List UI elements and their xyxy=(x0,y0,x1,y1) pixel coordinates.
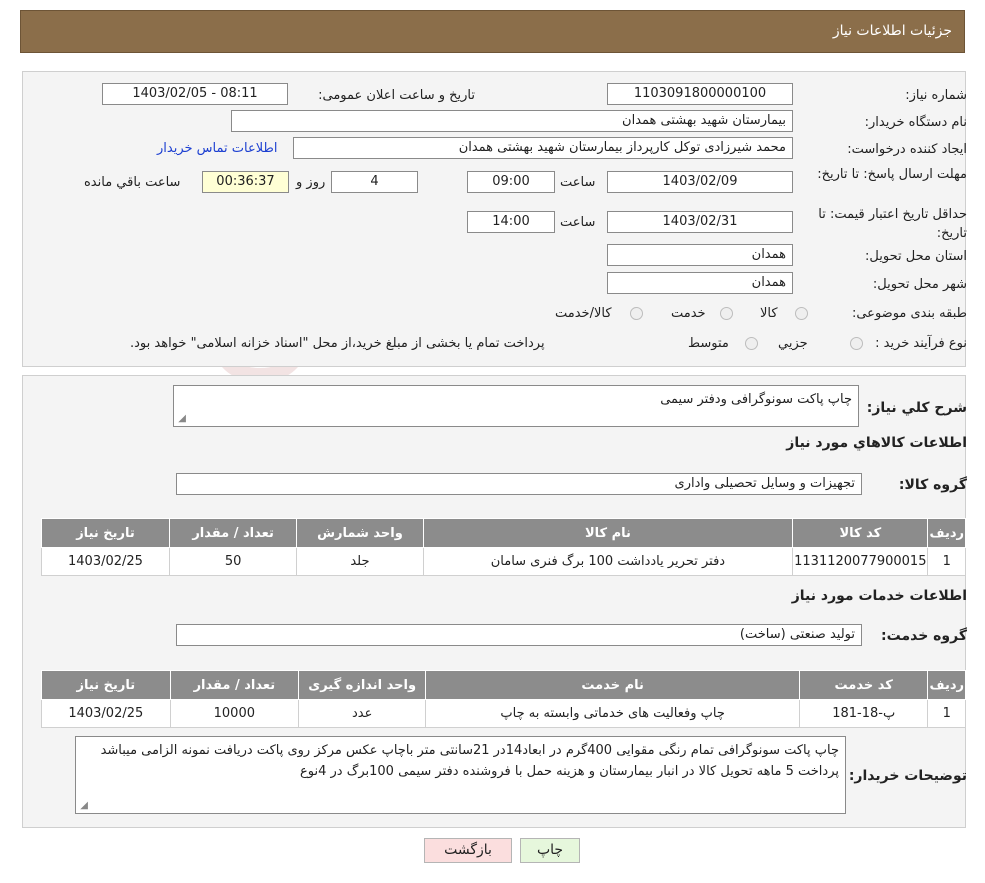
time-remaining-label: ساعت باقي مانده xyxy=(84,175,181,190)
service-cell-unit: عدد xyxy=(298,699,427,728)
buyer-field: بیمارستان شهید بهشتی همدان xyxy=(231,110,793,132)
category-option-goods-service: کالا/خدمت xyxy=(555,306,612,321)
category-label: طبقه بندی موضوعی: xyxy=(851,306,967,321)
goods-col-unit: واحد شمارش xyxy=(296,518,424,548)
goods-cell-quantity: 50 xyxy=(168,547,298,576)
deadline-date-field: 1403/02/09 xyxy=(607,171,793,193)
province-label: استان محل تحویل: xyxy=(865,249,967,264)
service-group-label: گروه خدمت: xyxy=(881,628,967,644)
resize-handle-icon[interactable]: ◢ xyxy=(78,801,88,811)
deadline-time-label: ساعت xyxy=(560,175,596,190)
services-section-title: اطلاعات خدمات مورد نياز xyxy=(791,588,967,604)
process-radio-medium[interactable] xyxy=(745,337,758,350)
days-label: روز و xyxy=(296,175,326,190)
goods-section-title: اطلاعات کالاهاي مورد نياز xyxy=(786,435,967,451)
validity-time-field: 14:00 xyxy=(467,211,555,233)
service-col-code: کد خدمت xyxy=(798,670,929,700)
category-radio-goods[interactable] xyxy=(795,307,808,320)
days-remaining-field: 4 xyxy=(331,171,418,193)
goods-cell-date: 1403/02/25 xyxy=(41,547,170,576)
print-button[interactable]: چاپ xyxy=(520,838,580,863)
service-col-name: نام خدمت xyxy=(425,670,800,700)
table-row: 1 پ-18-181 چاپ وفعالیت های خدماتی وابسته… xyxy=(41,699,966,728)
category-option-service: خدمت xyxy=(671,306,706,321)
process-note: پرداخت تمام یا بخشی از مبلغ خرید،از محل … xyxy=(130,336,545,351)
process-option-minor: جزيي xyxy=(778,336,808,351)
process-option-medium: متوسط xyxy=(688,336,729,351)
announce-date-field: 1403/02/05 - 08:11 xyxy=(102,83,288,105)
validity-date-field: 1403/02/31 xyxy=(607,211,793,233)
buyer-notes-text: چاپ پاکت سونوگرافی تمام رنگی مقوایی 400گ… xyxy=(100,743,839,779)
deadline-time-field: 09:00 xyxy=(467,171,555,193)
service-group-field: تولید صنعتی (ساخت) xyxy=(176,624,862,646)
time-remaining-field: 00:36:37 xyxy=(202,171,289,193)
page-title: جزئیات اطلاعات نیاز xyxy=(832,23,952,39)
goods-col-quantity: تعداد / مقدار xyxy=(168,518,298,548)
services-table-header: رديف کد خدمت نام خدمت واحد اندازه گیری ت… xyxy=(41,670,966,700)
page-header: جزئیات اطلاعات نیاز xyxy=(20,10,965,53)
service-col-date: تاريخ نياز xyxy=(41,670,171,700)
goods-group-field: تجهیزات و وسایل تحصیلی واداری xyxy=(176,473,862,495)
announce-date-label: تاریخ و ساعت اعلان عمومی: xyxy=(318,88,475,103)
city-label: شهر محل تحویل: xyxy=(872,277,967,292)
resize-handle-icon[interactable]: ◢ xyxy=(176,414,186,424)
creator-field: محمد شیرزادی توکل کارپرداز بیمارستان شهی… xyxy=(293,137,793,159)
goods-col-row: رديف xyxy=(927,518,966,548)
buyer-label: نام دستگاه خریدار: xyxy=(864,115,967,130)
category-option-goods: کالا xyxy=(760,306,778,321)
service-col-quantity: تعداد / مقدار xyxy=(169,670,300,700)
goods-col-name: نام کالا xyxy=(422,518,794,548)
validity-time-label: ساعت xyxy=(560,215,596,230)
province-field: همدان xyxy=(607,244,793,266)
goods-col-date: تاريخ نياز xyxy=(41,518,170,548)
summary-textarea: چاپ پاکت سونوگرافی ودفتر سیمی ◢ xyxy=(173,385,859,427)
goods-cell-unit: جلد xyxy=(296,547,424,576)
goods-group-label: گروه کالا: xyxy=(898,477,967,493)
goods-cell-row: 1 xyxy=(927,547,966,576)
service-col-row: رديف xyxy=(927,670,966,700)
buyer-contact-link[interactable]: اطلاعات تماس خریدار xyxy=(157,141,277,156)
category-radio-service[interactable] xyxy=(720,307,733,320)
table-row: 1 1131120077900015 دفتر تحریر یادداشت 10… xyxy=(41,547,966,576)
service-cell-code: پ-18-181 xyxy=(798,699,929,728)
goods-table-header: رديف کد کالا نام کالا واحد شمارش تعداد /… xyxy=(41,518,966,548)
summary-text: چاپ پاکت سونوگرافی ودفتر سیمی xyxy=(660,392,852,407)
goods-col-code: کد کالا xyxy=(792,518,929,548)
service-cell-name: چاپ وفعالیت های خدماتی وابسته به چاپ xyxy=(425,699,800,728)
validity-label: حداقل تاريخ اعتبار قيمت: تا تاریخ: xyxy=(818,207,967,241)
service-cell-quantity: 10000 xyxy=(169,699,300,728)
goods-cell-name: دفتر تحریر یادداشت 100 برگ فنری سامان xyxy=(422,547,794,576)
service-cell-row: 1 xyxy=(927,699,966,728)
need-number-label: شماره نیاز: xyxy=(905,88,967,103)
buyer-notes-textarea: چاپ پاکت سونوگرافی تمام رنگی مقوایی 400گ… xyxy=(75,736,846,814)
process-radio-minor[interactable] xyxy=(850,337,863,350)
buyer-notes-label: توضیحات خریدار: xyxy=(848,768,967,784)
back-button[interactable]: بازگشت xyxy=(424,838,512,863)
city-field: همدان xyxy=(607,272,793,294)
need-number-field: 1103091800000100 xyxy=(607,83,793,105)
service-col-unit: واحد اندازه گیری xyxy=(298,670,427,700)
service-cell-date: 1403/02/25 xyxy=(41,699,171,728)
process-label: نوع فرآیند خرید : xyxy=(875,336,967,351)
creator-label: ایجاد کننده درخواست: xyxy=(847,142,967,157)
services-table: رديف کد خدمت نام خدمت واحد اندازه گیری ت… xyxy=(41,670,966,728)
goods-table: رديف کد کالا نام کالا واحد شمارش تعداد /… xyxy=(41,518,966,576)
deadline-label: مهلت ارسال پاسخ: تا تاریخ: xyxy=(817,167,967,182)
summary-label: شرح کلي نياز: xyxy=(866,400,967,416)
goods-cell-code: 1131120077900015 xyxy=(792,547,929,576)
category-radio-goods-service[interactable] xyxy=(630,307,643,320)
